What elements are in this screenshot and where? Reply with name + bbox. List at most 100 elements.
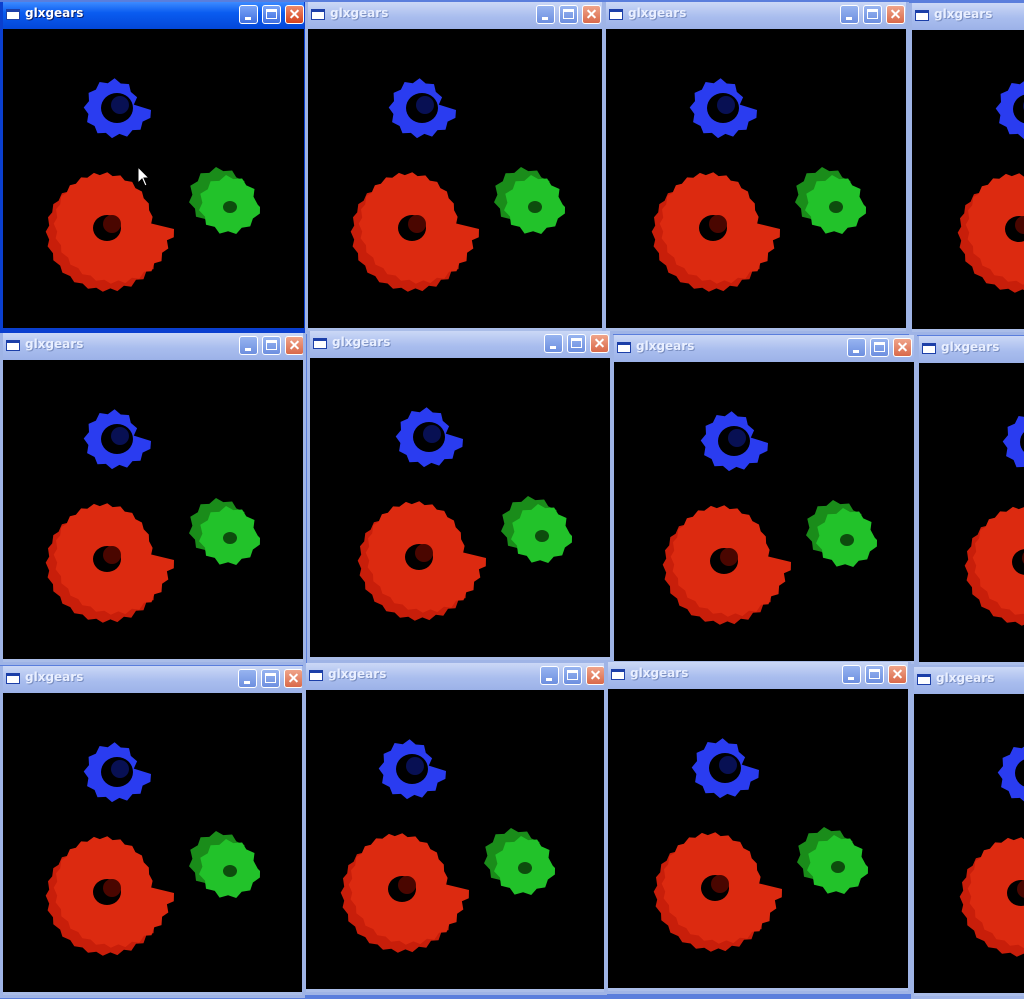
close-button[interactable] — [285, 5, 304, 24]
maximize-button[interactable] — [865, 665, 884, 684]
window-titlebar[interactable]: glxgears — [919, 336, 1024, 363]
close-button[interactable] — [586, 666, 604, 685]
gears-canvas[interactable] — [3, 360, 303, 659]
glxgears-window[interactable]: glxgears — [605, 662, 911, 994]
gears-canvas[interactable] — [3, 693, 302, 992]
window-title: glxgears — [941, 340, 1000, 354]
gears-scene — [45, 409, 261, 623]
glxgears-window[interactable]: glxgears — [305, 2, 605, 334]
glxgears-window[interactable]: glxgears — [0, 333, 306, 665]
close-button[interactable] — [582, 5, 601, 24]
maximize-button[interactable] — [863, 5, 882, 24]
gears-canvas[interactable] — [608, 689, 908, 988]
minimize-button[interactable] — [536, 5, 555, 24]
window-title: glxgears — [25, 6, 84, 20]
window-icon[interactable] — [6, 340, 20, 351]
gears-scene — [964, 412, 1024, 626]
close-button[interactable] — [888, 665, 907, 684]
window-icon[interactable] — [311, 9, 325, 20]
window-title: glxgears — [936, 671, 995, 685]
window-titlebar[interactable]: glxgears — [306, 663, 604, 690]
desktop: { "app_title": "glxgears", "icons": { "s… — [0, 0, 1024, 999]
gears-canvas[interactable] — [3, 29, 304, 328]
close-button[interactable] — [285, 336, 303, 355]
maximize-button[interactable] — [262, 336, 281, 355]
glxgears-window[interactable]: glxgears — [303, 663, 607, 995]
window-title: glxgears — [636, 339, 695, 353]
gears-scene — [350, 78, 565, 292]
maximize-button[interactable] — [567, 334, 586, 353]
glxgears-window[interactable]: glxgears — [611, 335, 917, 667]
window-icon[interactable] — [609, 9, 623, 20]
window-title: glxgears — [328, 667, 387, 681]
window-title: glxgears — [934, 7, 993, 21]
window-titlebar[interactable]: glxgears — [914, 667, 1024, 694]
window-title: glxgears — [330, 6, 389, 20]
window-titlebar[interactable]: glxgears — [308, 2, 602, 29]
minimize-button[interactable] — [847, 338, 866, 357]
gears-scene — [45, 78, 261, 292]
window-title: glxgears — [628, 6, 687, 20]
maximize-button[interactable] — [870, 338, 889, 357]
minimize-button[interactable] — [239, 5, 258, 24]
window-titlebar[interactable]: glxgears — [606, 2, 906, 29]
maximize-button[interactable] — [559, 5, 578, 24]
gears-canvas[interactable] — [914, 694, 1024, 993]
window-titlebar[interactable]: glxgears — [608, 662, 908, 689]
glxgears-window[interactable]: glxgears — [603, 2, 909, 334]
close-button[interactable] — [886, 5, 905, 24]
gears-scene — [957, 79, 1024, 293]
glxgears-window[interactable]: glxgears — [916, 336, 1024, 668]
glxgears-window[interactable]: glxgears — [911, 667, 1024, 999]
maximize-button[interactable] — [563, 666, 582, 685]
glxgears-window[interactable]: glxgears — [0, 2, 307, 334]
window-title: glxgears — [25, 337, 84, 351]
gears-canvas[interactable] — [306, 690, 604, 989]
minimize-button[interactable] — [238, 669, 257, 688]
window-icon[interactable] — [6, 673, 20, 684]
minimize-button[interactable] — [540, 666, 559, 685]
close-button[interactable] — [590, 334, 609, 353]
close-button[interactable] — [893, 338, 912, 357]
gears-canvas[interactable] — [606, 29, 906, 328]
gears-canvas[interactable] — [308, 29, 602, 328]
window-icon[interactable] — [611, 669, 625, 680]
minimize-button[interactable] — [544, 334, 563, 353]
gears-canvas[interactable] — [310, 358, 610, 657]
glxgears-window[interactable]: glxgears — [909, 3, 1024, 335]
gears-canvas[interactable] — [614, 362, 914, 661]
window-titlebar[interactable]: glxgears — [3, 666, 302, 693]
window-title: glxgears — [25, 670, 84, 684]
minimize-button[interactable] — [842, 665, 861, 684]
window-icon[interactable] — [313, 338, 327, 349]
gears-scene — [959, 743, 1024, 957]
gears-canvas[interactable] — [912, 30, 1024, 329]
close-button[interactable] — [284, 669, 302, 688]
window-icon[interactable] — [309, 670, 323, 681]
window-icon[interactable] — [6, 9, 20, 20]
gears-scene — [653, 738, 868, 952]
glxgears-window[interactable]: glxgears — [0, 666, 305, 998]
window-title: glxgears — [630, 666, 689, 680]
gears-scene — [357, 407, 572, 621]
gears-scene — [651, 78, 866, 292]
window-titlebar[interactable]: glxgears — [3, 333, 303, 360]
arrow-cursor-icon — [137, 166, 151, 187]
window-titlebar[interactable]: glxgears — [912, 3, 1024, 30]
gears-canvas[interactable] — [919, 363, 1024, 662]
gears-scene — [662, 411, 877, 625]
window-titlebar[interactable]: glxgears — [310, 331, 610, 358]
window-icon[interactable] — [917, 674, 931, 685]
minimize-button[interactable] — [840, 5, 859, 24]
window-icon[interactable] — [915, 10, 929, 21]
minimize-button[interactable] — [239, 336, 258, 355]
maximize-button[interactable] — [261, 669, 280, 688]
gears-scene — [45, 742, 261, 956]
gears-scene — [340, 739, 555, 953]
window-titlebar[interactable]: glxgears — [3, 2, 304, 29]
window-titlebar[interactable]: glxgears — [614, 335, 914, 362]
glxgears-window[interactable]: glxgears — [307, 331, 613, 663]
window-icon[interactable] — [617, 342, 631, 353]
window-icon[interactable] — [922, 343, 936, 354]
maximize-button[interactable] — [262, 5, 281, 24]
